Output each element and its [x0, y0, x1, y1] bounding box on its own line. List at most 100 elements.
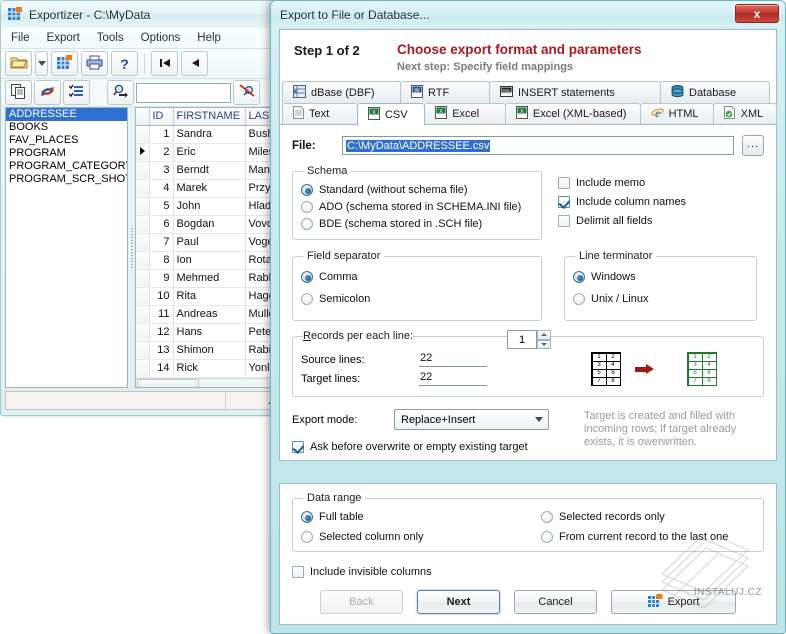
table-row[interactable]: 1 Sandra Bush — [136, 125, 287, 144]
radio-selected-column-only[interactable]: Selected column only — [301, 528, 541, 545]
copy-button[interactable] — [5, 80, 32, 105]
table-row[interactable]: 11 Andreas Muller — [136, 305, 287, 324]
radio-separator-semicolon[interactable]: Semicolon — [301, 288, 533, 310]
radio-icon — [573, 293, 585, 305]
radio-terminator-unix[interactable]: Unix / Linux — [573, 288, 748, 310]
table-list-item-program[interactable]: PROGRAM — [6, 147, 127, 160]
column-header-id[interactable]: ID — [149, 108, 174, 126]
table-list-item-program-scr-shot[interactable]: PROGRAM_SCR_SHOT — [6, 173, 127, 186]
tab-text-label: Text — [309, 108, 330, 120]
radio-icon — [301, 200, 313, 213]
menu-item-export[interactable]: Export — [47, 32, 80, 44]
cell-id: 1 — [149, 125, 174, 144]
radio-from-current-record[interactable]: From current record to the last one — [541, 528, 728, 545]
table-row[interactable]: 3 Berndt Mann — [136, 161, 287, 180]
radio-selected-records-only[interactable]: Selected records only — [541, 508, 728, 525]
table-row[interactable]: 6 Bogdan Vovch — [136, 215, 287, 234]
open-dropdown-button[interactable] — [35, 51, 48, 76]
tab-html[interactable]: e HTML — [639, 103, 714, 124]
checkbox-icon — [292, 440, 304, 453]
first-record-button[interactable] — [151, 51, 178, 76]
menu-item-help[interactable]: Help — [197, 32, 221, 44]
menu-item-tools[interactable]: Tools — [97, 32, 124, 44]
checkbox-include-memo[interactable]: Include memo — [558, 173, 686, 192]
checkbox-delimit-all-fields[interactable]: Delimit all fields — [558, 211, 686, 230]
schema-group: Schema Standard (without schema file) AD… — [292, 165, 542, 240]
tab-xml[interactable]: XML — [712, 103, 777, 124]
cell-firstname: Marek — [173, 179, 246, 198]
data-range-legend: Data range — [307, 492, 362, 504]
help-question-icon: ? — [120, 55, 129, 72]
table-row[interactable]: 5 John Hladni — [136, 197, 287, 216]
radio-full-table[interactable]: Full table — [301, 508, 541, 525]
close-button[interactable]: x — [735, 4, 779, 23]
tab-csv[interactable]: X CSV — [356, 103, 426, 126]
table-list-item-program-category[interactable]: PROGRAM_CATEGORY — [6, 160, 127, 173]
table-row[interactable]: 4 Marek Przyby — [136, 179, 287, 198]
file-path-input[interactable]: C:\MyData\ADDRESSEE.csv — [342, 136, 734, 155]
select-columns-button[interactable] — [63, 80, 90, 105]
tab-excel-xml[interactable]: X Excel (XML-based) — [504, 103, 641, 124]
grid-horizontal-scrollbar[interactable] — [136, 377, 287, 387]
tab-insert-statements[interactable]: SQL INSERT statements — [489, 81, 661, 103]
tab-excel[interactable]: X Excel — [424, 103, 506, 124]
radio-schema-ado[interactable]: ADO (schema stored in SCHEMA.INI file) — [301, 198, 533, 215]
radio-schema-standard[interactable]: Standard (without schema file) — [301, 181, 533, 198]
cancel-button[interactable]: Cancel — [514, 590, 597, 614]
clear-filter-button[interactable] — [233, 80, 260, 105]
help-button[interactable]: ? — [111, 51, 138, 76]
tab-rtf[interactable]: W RTF — [400, 81, 490, 103]
table-row[interactable]: 12 Hans Peters — [136, 323, 287, 342]
tab-database[interactable]: Database — [660, 81, 770, 103]
row-indicator — [136, 179, 150, 198]
tab-text[interactable]: Text — [282, 103, 358, 124]
tab-dbase[interactable]: dBase (DBF) — [282, 81, 401, 103]
records-per-line-stepper[interactable] — [537, 330, 551, 349]
filter-input[interactable] — [136, 82, 231, 103]
stepper-down-button[interactable] — [537, 339, 551, 349]
table-list-item-addressee[interactable]: ADDRESSEE — [6, 108, 127, 121]
checkbox-include-column-names[interactable]: Include column names — [558, 192, 686, 211]
table-row[interactable]: 7 Paul Vogel — [136, 233, 287, 252]
table-list-item-fav-places[interactable]: FAV_PLACES — [6, 134, 127, 147]
records-per-line-input[interactable]: 1 — [507, 330, 537, 349]
panel-splitter[interactable] — [128, 107, 135, 388]
open-folder-button[interactable] — [5, 51, 32, 76]
radio-terminator-windows[interactable]: Windows — [573, 266, 748, 288]
menu-item-options[interactable]: Options — [141, 32, 181, 44]
radio-schema-bde[interactable]: BDE (schema stored in .SCH file) — [301, 215, 533, 232]
radio-separator-comma[interactable]: Comma — [301, 266, 533, 288]
table-list[interactable]: ADDRESSEE BOOKS FAV_PLACES PROGRAM PROGR… — [5, 107, 128, 388]
table-row[interactable]: 2 Eric Miles — [136, 143, 287, 162]
table-row[interactable]: 9 Mehmed Rabba — [136, 269, 287, 288]
browse-button[interactable]: ... — [742, 135, 764, 156]
stepper-up-button[interactable] — [537, 330, 551, 340]
dialog-titlebar[interactable]: Export to File or Database... x — [271, 1, 785, 28]
open-table-button[interactable] — [51, 51, 78, 76]
table-row[interactable]: 10 Rita Hagen — [136, 287, 287, 306]
menu-bar: File Export Tools Options Help — [1, 28, 291, 49]
radio-separator-semicolon-label: Semicolon — [319, 293, 371, 305]
data-grid[interactable]: ID FIRSTNAME LASTNAME 1SandraBush 2EricM… — [135, 107, 288, 388]
svg-text:X: X — [439, 109, 443, 115]
field-separator-legend: Field separator — [307, 250, 381, 262]
table-row[interactable]: 8 Ion Rotaru — [136, 251, 287, 270]
checkbox-ask-before-overwrite[interactable]: Ask before overwrite or empty existing t… — [292, 438, 584, 455]
print-button[interactable] — [81, 51, 108, 76]
next-button[interactable]: Next — [417, 590, 500, 614]
find-button[interactable] — [107, 80, 134, 105]
export-mode-select[interactable]: Replace+Insert — [394, 409, 549, 430]
column-header-firstname[interactable]: FIRSTNAME — [173, 108, 246, 126]
cancel-button-label: Cancel — [538, 596, 573, 608]
previous-record-button[interactable] — [181, 51, 208, 76]
table-row[interactable]: 13 Shimon Rabino — [136, 341, 287, 360]
refresh-button[interactable] — [34, 80, 61, 105]
scrollbar-thumb[interactable] — [137, 379, 199, 387]
back-button[interactable]: Back — [320, 590, 403, 614]
app-titlebar[interactable]: Exportizer - C:\MyData — [1, 1, 291, 28]
table-row[interactable]: 14 Rick Yonley — [136, 359, 287, 378]
export-mode-label: Export mode: — [292, 413, 358, 426]
menu-item-file[interactable]: File — [11, 32, 30, 44]
checkbox-include-invisible-columns[interactable]: Include invisible columns — [292, 563, 764, 580]
table-list-item-books[interactable]: BOOKS — [6, 121, 127, 134]
